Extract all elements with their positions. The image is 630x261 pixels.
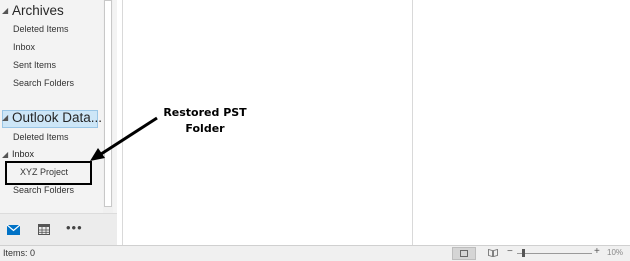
outlook-data-header[interactable]: ◢ Outlook Data... [2, 110, 102, 125]
reading-view-icon[interactable] [488, 249, 498, 257]
pane-divider[interactable] [412, 0, 413, 245]
module-nav-bar: ••• [0, 213, 117, 245]
folder-item-inbox[interactable]: Inbox [13, 42, 35, 52]
collapse-icon[interactable]: ◢ [2, 150, 12, 159]
items-count: Items: 0 [3, 248, 36, 258]
collapse-icon[interactable]: ◢ [2, 6, 12, 15]
folder-item-xyz-project[interactable]: XYZ Project [20, 167, 68, 177]
annotation-line-1: Restored PST [163, 106, 247, 119]
calendar-icon[interactable] [38, 224, 50, 235]
outlook-data-label: Outlook Data... [12, 110, 103, 125]
zoom-slider-thumb[interactable] [522, 249, 525, 257]
zoom-in-button[interactable]: + [594, 246, 600, 257]
archives-label: Archives [12, 3, 64, 18]
mail-icon[interactable] [7, 224, 20, 236]
more-icon[interactable]: ••• [66, 220, 83, 235]
zoom-out-button[interactable]: − [507, 246, 513, 257]
folder-item-deleted-items-2[interactable]: Deleted Items [13, 132, 69, 142]
annotation-line-2: Folder [185, 122, 225, 135]
collapse-icon[interactable]: ◢ [2, 113, 12, 122]
folder-scrollbar[interactable] [103, 0, 113, 213]
pane-divider[interactable] [122, 0, 123, 245]
scroll-thumb[interactable] [104, 0, 112, 207]
normal-view-button[interactable] [452, 247, 476, 260]
folder-item-search-folders[interactable]: Search Folders [13, 78, 74, 88]
status-bar: Items: 0 − + 10% [0, 245, 630, 261]
folder-item-deleted-items[interactable]: Deleted Items [13, 24, 69, 34]
annotation-label: Restored PST Folder [155, 105, 255, 137]
folder-item-search-folders-2[interactable]: Search Folders [13, 185, 74, 195]
zoom-slider[interactable] [517, 253, 592, 254]
folder-item-sent-items[interactable]: Sent Items [13, 60, 56, 70]
inbox-label: Inbox [12, 149, 35, 159]
zoom-level[interactable]: 10% [607, 248, 623, 257]
folder-pane: ◢ Archives Deleted Items Inbox Sent Item… [0, 0, 117, 213]
archives-header[interactable]: ◢ Archives [2, 3, 64, 18]
inbox-group[interactable]: ◢ Inbox [2, 149, 34, 159]
